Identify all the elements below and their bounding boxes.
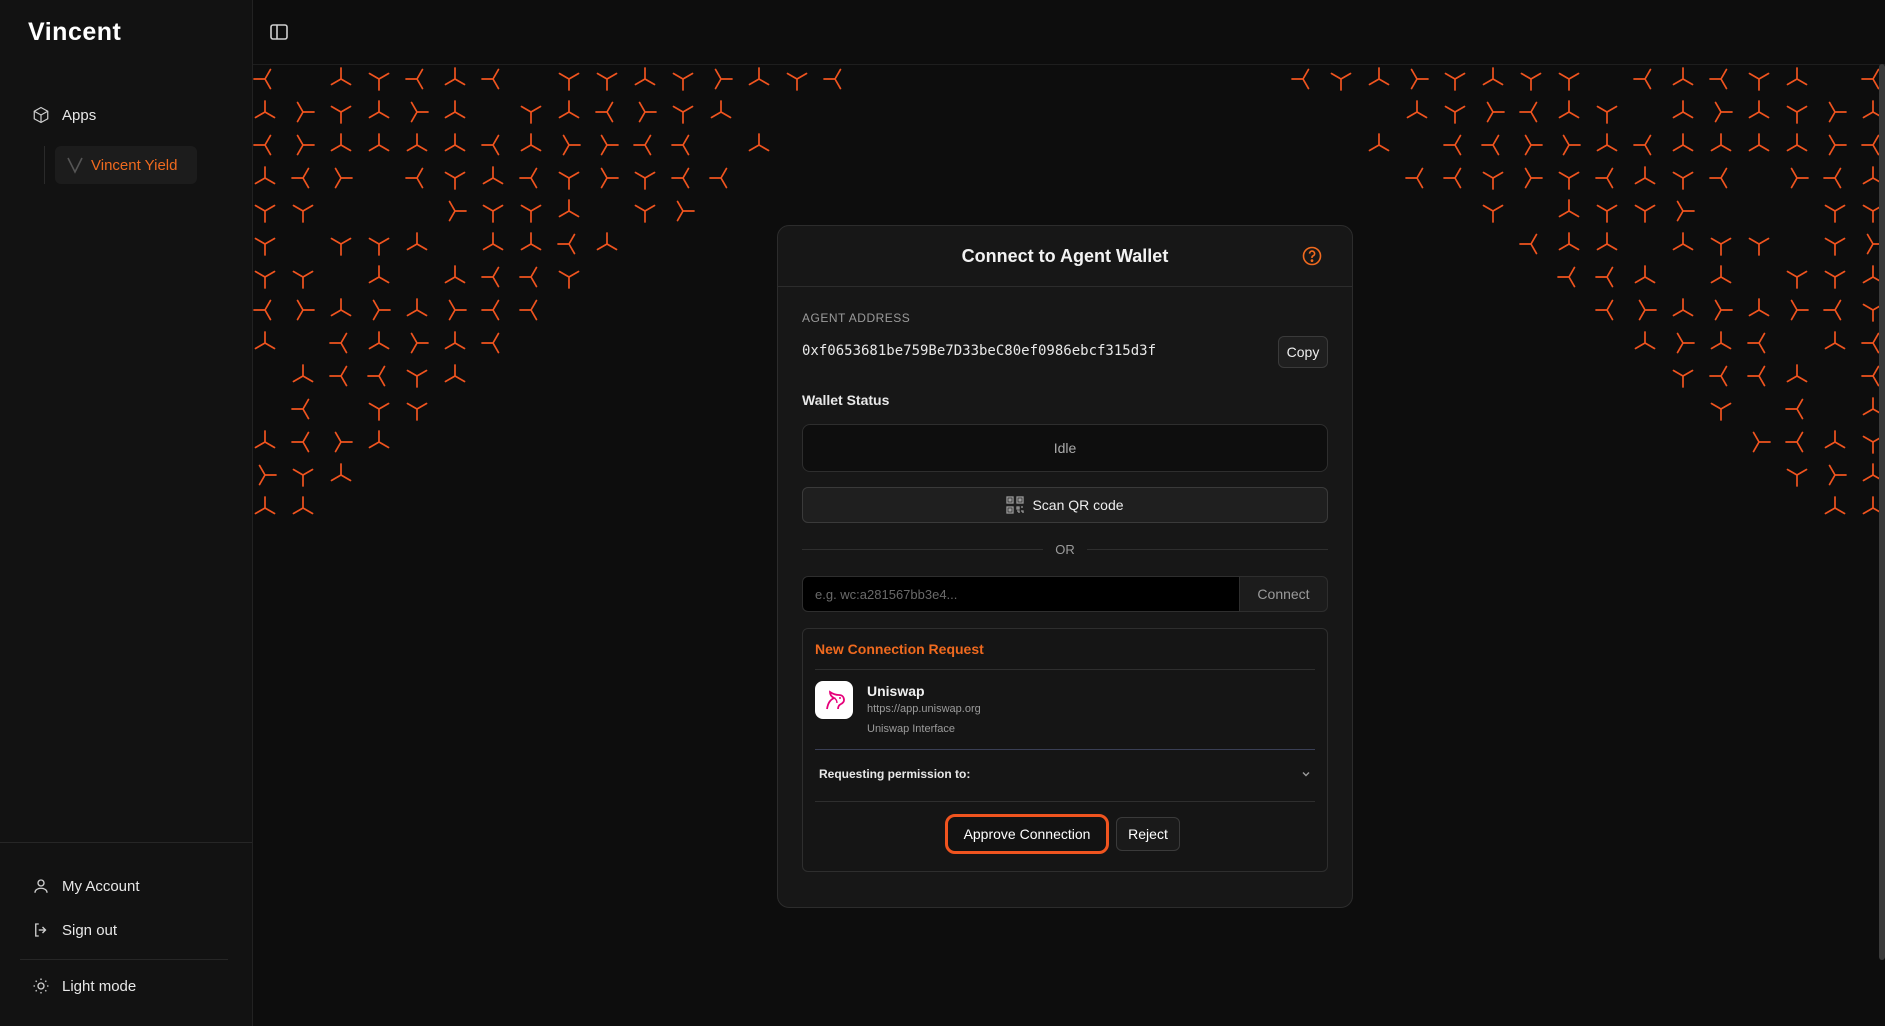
sidebar-item-label: Light mode	[62, 977, 137, 995]
package-icon	[33, 106, 49, 124]
connect-button[interactable]: Connect	[1240, 576, 1328, 612]
connection-request-panel: New Connection Request Uniswap https://a…	[802, 628, 1328, 872]
scrollbar[interactable]	[1879, 64, 1885, 960]
sun-icon	[33, 978, 49, 994]
wallet-status-value: Idle	[802, 424, 1328, 472]
uniswap-logo-icon	[815, 681, 853, 719]
dapp-url: https://app.uniswap.org	[867, 703, 981, 715]
walletconnect-uri-input[interactable]	[802, 576, 1240, 612]
chevron-down-icon	[1302, 772, 1310, 777]
sidebar-item-label: Sign out	[62, 921, 118, 939]
qr-code-icon	[1006, 496, 1025, 514]
permission-label: Requesting permission to:	[819, 767, 971, 781]
sidebar-item-label: Vincent Yield	[91, 156, 178, 174]
sidebar-item-label: My Account	[62, 877, 140, 895]
vincent-logo[interactable]: Vincent	[28, 18, 121, 47]
sidebar-item-apps[interactable]: Apps	[32, 106, 96, 124]
sidebar-divider	[20, 959, 228, 960]
permission-accordion[interactable]: Requesting permission to:	[815, 749, 1315, 799]
user-icon	[34, 879, 48, 893]
dapp-name: Uniswap	[867, 683, 925, 699]
agent-address-value: 0xf0653681be759Be7D33beC80ef0986ebcf315d…	[802, 343, 1157, 359]
card-title: Connect to Agent Wallet	[961, 245, 1169, 266]
reject-button[interactable]: Reject	[1116, 817, 1180, 851]
request-title: New Connection Request	[815, 641, 984, 657]
wallet-status-label: Wallet Status	[802, 392, 890, 408]
sidebar-item-my-account[interactable]: My Account	[32, 877, 140, 895]
sign-out-icon	[35, 923, 47, 937]
top-bar	[253, 0, 1885, 65]
or-divider: OR	[802, 539, 1328, 559]
request-divider	[815, 801, 1315, 802]
scan-qr-button[interactable]: Scan QR code	[802, 487, 1328, 523]
request-divider	[815, 669, 1315, 670]
sidebar: Vincent Apps Vincent Yield My Account Si…	[0, 0, 253, 1026]
help-icon[interactable]	[1302, 246, 1322, 266]
card-header: Connect to Agent Wallet	[778, 226, 1352, 287]
copy-button[interactable]: Copy	[1278, 336, 1328, 368]
connect-wallet-card: Connect to Agent Wallet AGENT ADDRESS 0x…	[777, 225, 1353, 908]
apps-subnav: Vincent Yield	[44, 146, 198, 184]
sidebar-divider	[0, 842, 252, 843]
dapp-description: Uniswap Interface	[867, 723, 956, 735]
approve-connection-button[interactable]: Approve Connection	[945, 814, 1109, 854]
sidebar-item-label: Apps	[62, 106, 97, 124]
decorative-pattern-right	[1291, 67, 1885, 515]
or-label: OR	[1055, 541, 1075, 557]
sidebar-item-light-mode[interactable]: Light mode	[32, 977, 136, 995]
sidebar-item-vincent-yield[interactable]: Vincent Yield	[55, 146, 198, 184]
sidebar-item-sign-out[interactable]: Sign out	[32, 921, 117, 939]
agent-address-label: AGENT ADDRESS	[802, 311, 911, 325]
vincent-v-icon	[67, 157, 83, 174]
scan-qr-label: Scan QR code	[1032, 497, 1124, 513]
unicorn-icon	[826, 690, 845, 710]
sidebar-toggle-icon[interactable]	[269, 22, 289, 42]
